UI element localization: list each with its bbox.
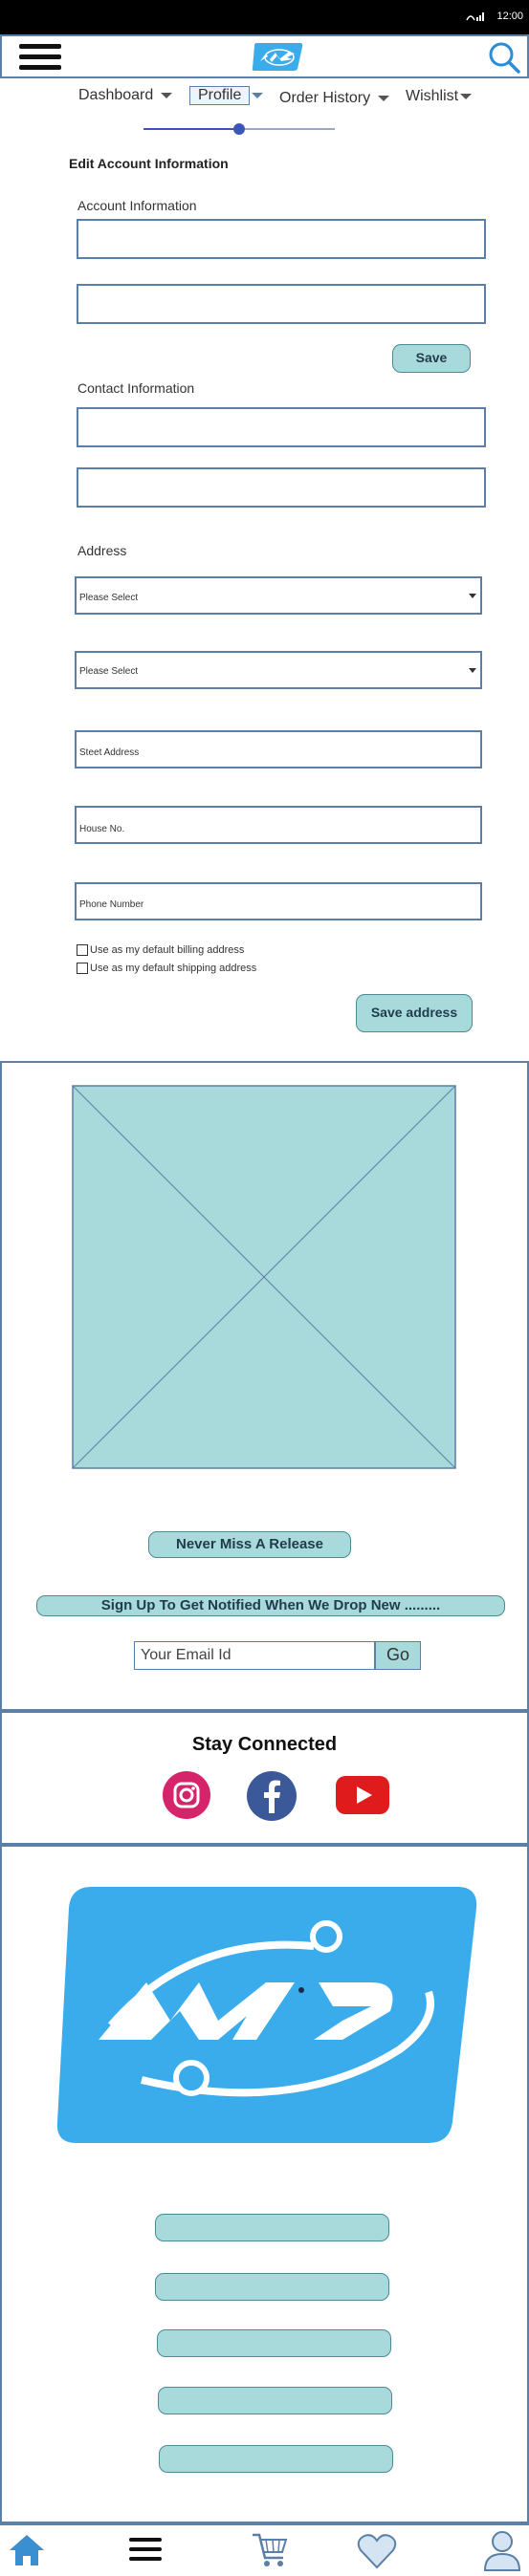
hamburger-icon[interactable] [17, 42, 63, 73]
never-miss-badge: Never Miss A Release [148, 1531, 351, 1558]
billing-checkbox-label: Use as my default billing address [90, 944, 245, 956]
house-no-placeholder: House No. [79, 824, 125, 834]
instagram-icon[interactable] [163, 1771, 210, 1819]
go-button[interactable]: Go [375, 1641, 421, 1670]
stay-connected-heading: Stay Connected [191, 1734, 338, 1755]
select-value: Please Select [79, 593, 139, 603]
tab-wishlist[interactable]: Wishlist [406, 88, 473, 105]
chevron-down-icon [469, 594, 476, 598]
save-address-button[interactable]: Save address [356, 994, 473, 1032]
chevron-down-icon [252, 92, 264, 98]
chevron-down-icon [469, 668, 476, 673]
page-title: Edit Account Information [69, 156, 229, 171]
footer-link-3[interactable] [157, 2329, 391, 2357]
status-time: 12:00 [496, 11, 523, 22]
contact-field-2[interactable] [77, 467, 486, 508]
shipping-checkbox-label: Use as my default shipping address [90, 963, 257, 974]
email-placeholder: Your Email Id [141, 1647, 231, 1663]
user-icon[interactable] [483, 2529, 521, 2571]
shipping-checkbox-row[interactable]: Use as my default shipping address [77, 963, 257, 975]
billing-checkbox-row[interactable]: Use as my default billing address [77, 944, 245, 957]
slider-track-filled [143, 128, 239, 130]
footer-link-5[interactable] [159, 2445, 393, 2473]
home-icon[interactable] [8, 2533, 46, 2567]
tab-order-history[interactable]: Order History [279, 90, 390, 107]
signup-banner: Sign Up To Get Notified When We Drop New… [36, 1595, 505, 1616]
account-field-1[interactable] [77, 219, 486, 259]
email-input[interactable]: Your Email Id [134, 1641, 375, 1670]
account-field-2[interactable] [77, 284, 486, 324]
slider-thumb[interactable] [233, 123, 245, 135]
house-no-field[interactable]: House No. [75, 806, 482, 844]
footer-link-1[interactable] [155, 2214, 389, 2241]
status-bar: 12:00 [0, 0, 529, 34]
footer-logo[interactable] [55, 1887, 478, 2143]
address-label: Address [77, 543, 127, 558]
go-button-label: Go [386, 1645, 409, 1664]
shipping-checkbox[interactable] [77, 963, 88, 975]
tab-dashboard[interactable]: Dashboard [78, 87, 173, 104]
account-information-label: Account Information [77, 198, 197, 213]
tab-order-history-label: Order History [279, 90, 371, 106]
tab-profile[interactable]: Profile [189, 86, 264, 105]
contact-field-1[interactable] [77, 407, 486, 447]
address-select-2[interactable]: Please Select [75, 651, 482, 689]
menu-icon[interactable] [128, 2535, 163, 2564]
footer-link-2[interactable] [155, 2273, 389, 2301]
select-value: Please Select [79, 666, 139, 677]
street-address-field[interactable]: Steet Address [75, 730, 482, 768]
billing-checkbox[interactable] [77, 944, 88, 957]
tab-dashboard-label: Dashboard [78, 87, 154, 103]
chevron-down-icon [460, 93, 473, 99]
app-header [0, 34, 529, 78]
chevron-down-icon [378, 95, 390, 101]
signal-icon [466, 11, 487, 22]
search-icon[interactable] [487, 40, 521, 75]
contact-information-label: Contact Information [77, 380, 195, 396]
chevron-down-icon [161, 92, 173, 98]
cart-icon[interactable] [251, 2531, 289, 2569]
slider-track [239, 128, 335, 130]
tab-profile-label: Profile [189, 86, 251, 105]
tab-wishlist-label: Wishlist [406, 88, 459, 104]
street-address-placeholder: Steet Address [79, 747, 140, 758]
header-logo[interactable] [251, 40, 304, 73]
save-button[interactable]: Save [392, 344, 471, 373]
address-select-1[interactable]: Please Select [75, 576, 482, 615]
footer-link-4[interactable] [158, 2387, 392, 2414]
bottom-tab-bar [0, 2523, 529, 2573]
phone-number-placeholder: Phone Number [79, 899, 144, 910]
image-placeholder [72, 1085, 456, 1469]
tab-slider[interactable] [143, 122, 335, 136]
youtube-icon[interactable] [336, 1776, 389, 1814]
heart-icon[interactable] [357, 2533, 397, 2569]
facebook-icon[interactable] [247, 1771, 297, 1821]
phone-number-field[interactable]: Phone Number [75, 882, 482, 920]
